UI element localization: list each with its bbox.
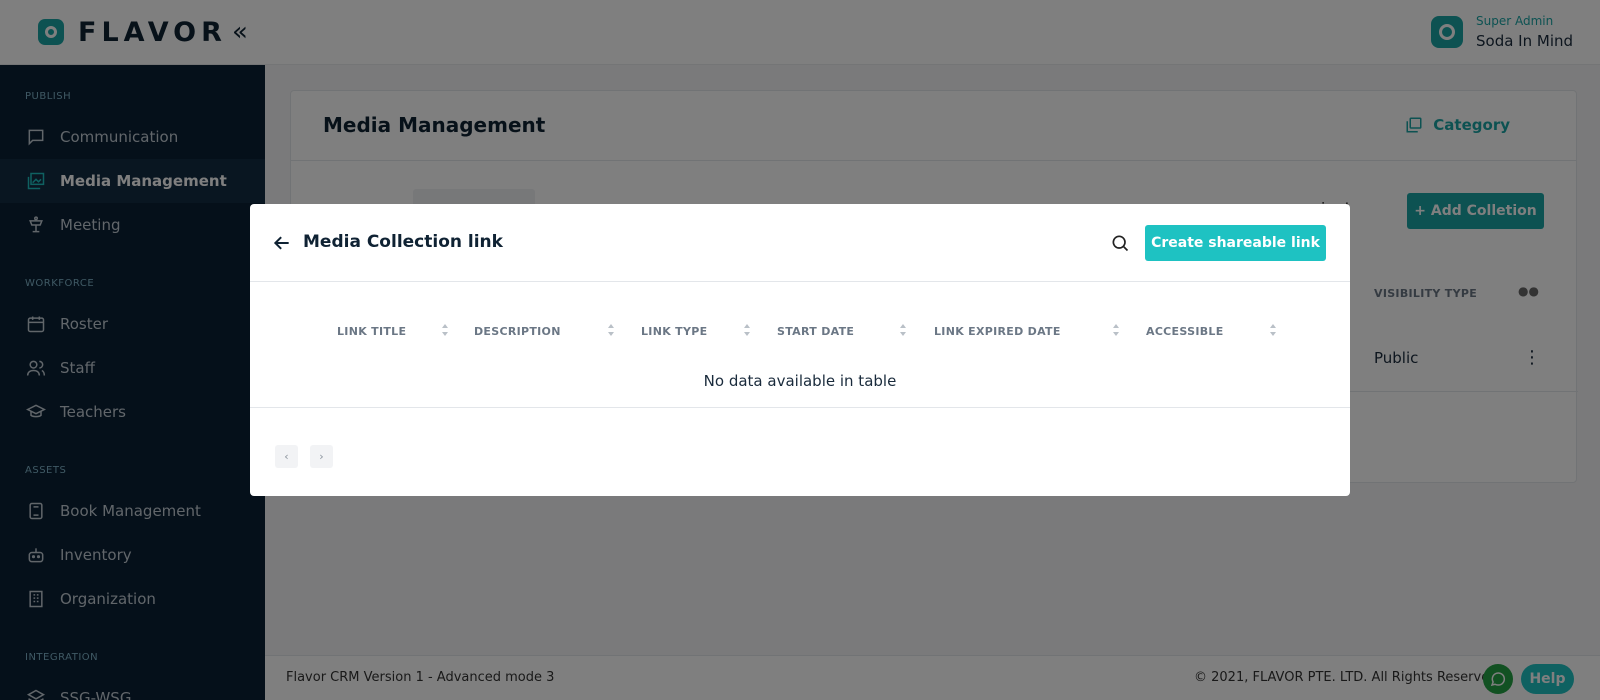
sort-icon[interactable] (1269, 323, 1277, 337)
pagination-prev-button[interactable]: ‹ (275, 445, 298, 468)
sort-icon[interactable] (607, 323, 615, 337)
sort-icon[interactable] (899, 323, 907, 337)
sort-icon[interactable] (743, 323, 751, 337)
column-link-title[interactable]: LINK TITLE (337, 325, 406, 338)
search-icon[interactable] (1110, 233, 1130, 253)
empty-table-message: No data available in table (703, 372, 897, 390)
column-description[interactable]: DESCRIPTION (474, 325, 561, 338)
column-link-type[interactable]: LINK TYPE (641, 325, 707, 338)
column-link-expired-date[interactable]: LINK EXPIRED DATE (934, 325, 1061, 338)
create-shareable-link-button[interactable]: Create shareable link (1145, 225, 1326, 261)
modal-header: Media Collection link Create shareable l… (250, 204, 1350, 282)
modal-title: Media Collection link (303, 232, 503, 252)
sort-icon[interactable] (441, 323, 449, 337)
column-start-date[interactable]: START DATE (777, 325, 854, 338)
sort-icon[interactable] (1112, 323, 1120, 337)
media-collection-link-modal: Media Collection link Create shareable l… (250, 204, 1350, 496)
modal-divider (250, 407, 1350, 408)
column-accessible[interactable]: ACCESSIBLE (1146, 325, 1224, 338)
pagination-next-button[interactable]: › (310, 445, 333, 468)
back-arrow-icon[interactable] (272, 233, 292, 253)
